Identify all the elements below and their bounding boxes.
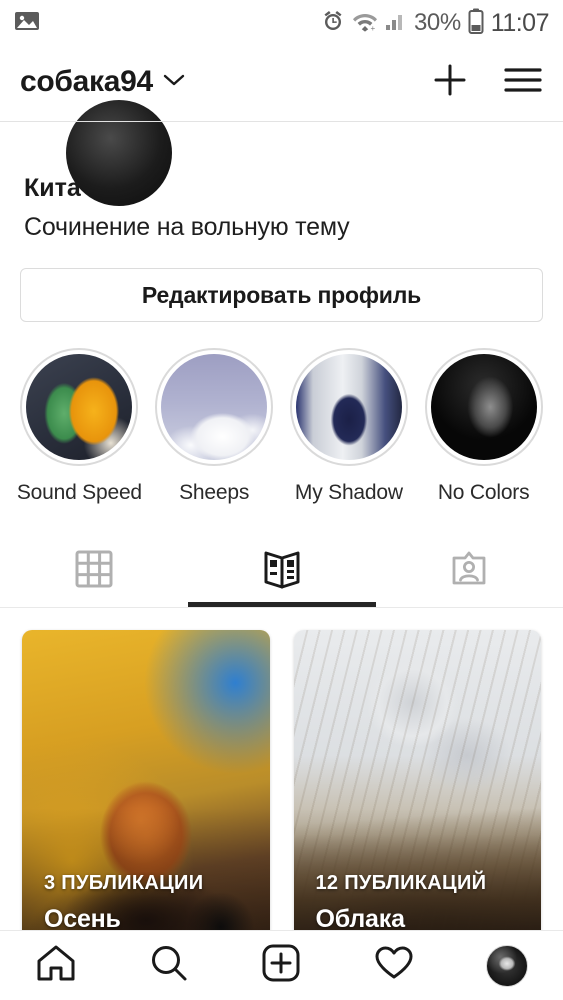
guide-post-count: 3 ПУБЛИКАЦИИ [44, 872, 204, 894]
nav-search[interactable] [113, 942, 226, 989]
tab-tagged[interactable] [375, 535, 563, 607]
tab-guides[interactable] [188, 535, 376, 607]
guide-card[interactable]: 3 ПУБЛИКАЦИИ Осень [22, 630, 270, 960]
grid-icon [75, 550, 113, 593]
highlight-thumbnail [430, 354, 537, 460]
active-tab-indicator [188, 602, 376, 607]
tagged-person-icon [450, 550, 488, 593]
bottom-navigation-bar [0, 930, 563, 1000]
nav-create[interactable] [225, 942, 338, 989]
highlight-thumbnail [26, 354, 133, 460]
avatar[interactable] [66, 100, 172, 206]
guide-card-text: 3 ПУБЛИКАЦИИ Осень [44, 872, 203, 934]
scroll-divider [0, 121, 563, 122]
guide-card[interactable]: 12 ПУБЛИКАЦИЙ Облака [293, 630, 541, 960]
profile-tabs [0, 535, 563, 607]
guide-post-count: 12 ПУБЛИКАЦИЙ [315, 872, 487, 894]
profile-avatar-icon [485, 944, 528, 987]
book-guides-icon [261, 548, 303, 595]
nav-activity[interactable] [338, 942, 451, 989]
guide-card-text: 12 ПУБЛИКАЦИЙ Облака [316, 872, 487, 934]
heart-icon [373, 942, 415, 989]
highlight-thumbnail [295, 354, 402, 460]
home-icon [35, 942, 77, 989]
nav-home[interactable] [0, 942, 113, 989]
search-icon [148, 942, 190, 989]
tab-grid[interactable] [0, 535, 188, 607]
instagram-profile-screen: + 30% 11:07 собака94 Кита Сочинение на в… [0, 0, 563, 1000]
highlight-thumbnail [161, 354, 268, 460]
nav-profile[interactable] [450, 944, 563, 987]
add-post-icon [260, 942, 302, 989]
